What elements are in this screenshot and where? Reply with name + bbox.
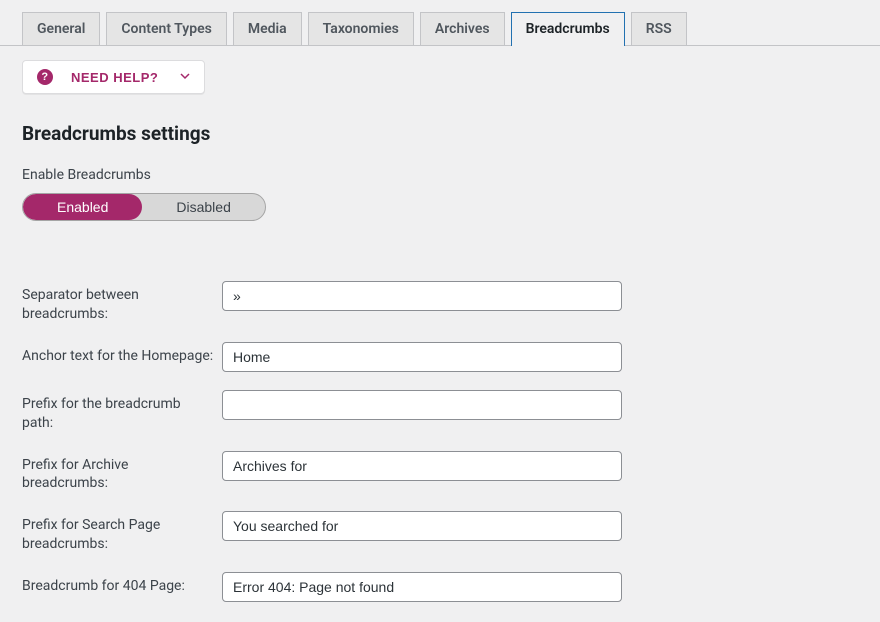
content-area: ? NEED HELP? Breadcrumbs settings Enable… <box>0 46 880 622</box>
row-separator: Separator between breadcrumbs: <box>22 281 858 324</box>
help-icon: ? <box>37 69 53 85</box>
input-separator[interactable] <box>222 281 622 311</box>
tab-media[interactable]: Media <box>233 12 302 45</box>
enable-breadcrumbs-label: Enable Breadcrumbs <box>22 167 858 183</box>
toggle-disabled[interactable]: Disabled <box>142 194 264 220</box>
row-prefix-archive: Prefix for Archive breadcrumbs: <box>22 451 858 494</box>
label-prefix-path: Prefix for the breadcrumb path: <box>22 390 222 433</box>
tabs-bar: General Content Types Media Taxonomies A… <box>0 0 880 46</box>
input-prefix-search[interactable] <box>222 511 622 541</box>
label-404: Breadcrumb for 404 Page: <box>22 572 222 596</box>
tab-breadcrumbs[interactable]: Breadcrumbs <box>511 12 625 46</box>
tab-taxonomies[interactable]: Taxonomies <box>308 12 414 45</box>
row-prefix-path: Prefix for the breadcrumb path: <box>22 390 858 433</box>
input-anchor[interactable] <box>222 342 622 372</box>
section-title: Breadcrumbs settings <box>22 122 858 145</box>
tab-general[interactable]: General <box>22 12 100 45</box>
label-separator: Separator between breadcrumbs: <box>22 281 222 324</box>
tab-content-types[interactable]: Content Types <box>106 12 226 45</box>
label-anchor: Anchor text for the Homepage: <box>22 342 222 366</box>
label-prefix-search: Prefix for Search Page breadcrumbs: <box>22 511 222 554</box>
input-prefix-archive[interactable] <box>222 451 622 481</box>
toggle-enabled[interactable]: Enabled <box>23 194 142 220</box>
row-prefix-search: Prefix for Search Page breadcrumbs: <box>22 511 858 554</box>
need-help-label: NEED HELP? <box>71 70 158 85</box>
tab-archives[interactable]: Archives <box>420 12 505 45</box>
need-help-button[interactable]: ? NEED HELP? <box>22 60 205 94</box>
tab-rss[interactable]: RSS <box>631 12 687 45</box>
label-prefix-archive: Prefix for Archive breadcrumbs: <box>22 451 222 494</box>
row-404: Breadcrumb for 404 Page: <box>22 572 858 602</box>
chevron-down-icon <box>180 71 190 84</box>
enable-toggle[interactable]: Enabled Disabled <box>22 193 266 221</box>
input-404[interactable] <box>222 572 622 602</box>
input-prefix-path[interactable] <box>222 390 622 420</box>
row-anchor: Anchor text for the Homepage: <box>22 342 858 372</box>
